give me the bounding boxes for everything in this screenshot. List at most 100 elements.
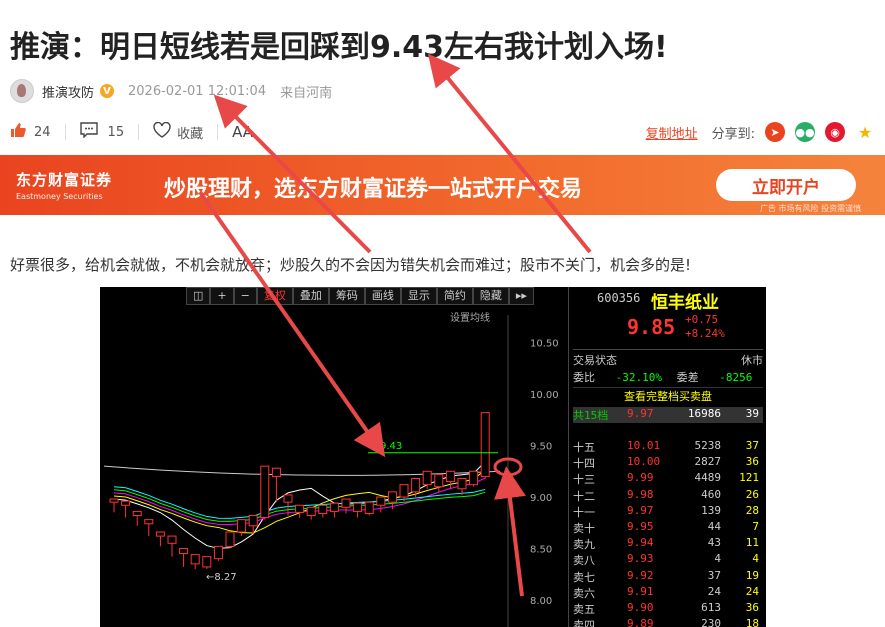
brand-logo: 东方财富证券 Eastmoney Securities: [16, 169, 112, 201]
ask-price: 9.94: [627, 536, 654, 550]
y-tick-label: 9.50: [530, 442, 552, 453]
candle-body: [469, 470, 479, 486]
candle-body: [353, 502, 363, 512]
total-label: 共15档: [573, 409, 609, 422]
ask-vol: 139: [701, 503, 721, 517]
ask-row: 卖八 9.93 4 4: [573, 552, 763, 568]
ask-cnt: 37: [745, 439, 759, 452]
candle-body: [248, 515, 258, 527]
status-label: 交易状态: [573, 354, 617, 367]
candle-body: [480, 412, 490, 477]
thumbs-up-icon: [10, 122, 26, 142]
ask-cnt: 26: [745, 487, 759, 501]
ask-cnt: 19: [745, 568, 759, 582]
ask-price: 10.00: [627, 455, 661, 469]
stock-change: +0.75 +8.24%: [685, 313, 725, 341]
ask-vol: 37: [707, 568, 721, 582]
y-tick-label: 10.50: [530, 339, 559, 350]
ask-level: 卖七: [573, 570, 595, 584]
ask-cnt: 18: [745, 617, 759, 627]
share-weibo-icon[interactable]: ◉: [825, 122, 845, 142]
candle-body: [225, 531, 235, 547]
candle-body: [155, 531, 165, 537]
ask-row: 卖七 9.92 37 19: [573, 569, 763, 585]
ask-vol: 4: [714, 552, 721, 566]
open-account-button[interactable]: 立即开户: [716, 169, 856, 201]
ask-row: 卖六 9.91 24 24: [573, 585, 763, 601]
candle-body: [283, 494, 293, 503]
stock-chart-image: ◫ + − 复权 叠加 筹码 画线 显示 简约 隐藏 ▸▸ 设置均线 10.50…: [100, 287, 766, 627]
candle-body: [202, 556, 212, 568]
copy-link-button[interactable]: 复制地址: [646, 123, 698, 142]
ask-row: 十四 10.00 2827 36: [573, 455, 763, 471]
candle-body: [167, 535, 177, 544]
ask-price: 9.97: [627, 503, 654, 517]
author-name[interactable]: 推演攻防: [42, 82, 94, 101]
candle-body: [387, 491, 397, 503]
diff-value: -8256: [719, 371, 753, 384]
total-price: 9.97: [627, 407, 654, 420]
total-row: 共15档 9.97 16986 39: [573, 407, 763, 423]
change-value: +0.75: [685, 313, 719, 326]
y-tick-label: 8.00: [530, 596, 552, 607]
ask-cnt: 24: [745, 584, 759, 598]
share-eastmoney-icon[interactable]: ➤: [765, 122, 785, 142]
divider: [138, 124, 140, 140]
ask-row: 卖四 9.89 230 18: [573, 617, 763, 627]
divider: [64, 124, 66, 140]
article-meta: 推演攻防 V 2026-02-01 12:01:04 来自河南: [10, 79, 333, 103]
full-book-button[interactable]: 查看完整档买卖盘: [573, 387, 763, 404]
ask-vol: 43: [707, 536, 721, 550]
candle-body: [260, 465, 270, 519]
candle-body: [144, 519, 154, 525]
ask-vol: 613: [701, 601, 721, 614]
ad-banner[interactable]: 东方财富证券 Eastmoney Securities 炒股理财，选东方财富证券…: [0, 155, 885, 215]
location: 来自河南: [280, 85, 333, 101]
candle-body: [121, 500, 131, 506]
ask-level: 卖六: [573, 586, 595, 600]
candle-body: [399, 484, 409, 498]
ask-vol: 5238: [694, 439, 722, 452]
y-tick-label: 9.00: [530, 493, 552, 504]
total-count: 39: [745, 407, 759, 420]
ask-cnt: 36: [745, 455, 759, 469]
order-ratio: 委比 -32.10% 委差 -8256: [573, 369, 763, 385]
ask-row: 十一 9.97 139 28: [573, 504, 763, 520]
ask-cnt: 28: [745, 503, 759, 517]
candle-body: [318, 504, 328, 514]
candle-body: [132, 510, 142, 517]
ask-cnt: 7: [752, 520, 759, 533]
ask-level: 卖八: [573, 554, 595, 568]
candle-body: [306, 506, 316, 517]
ask-cnt: 36: [745, 601, 759, 614]
candle-body: [329, 502, 339, 512]
candle-body: [271, 467, 281, 477]
brand-name-cn: 东方财富证券: [16, 171, 113, 189]
ask-vol: 230: [701, 617, 721, 627]
favorite-label: 收藏: [177, 126, 204, 142]
ad-disclaimer: 广告 市场有风险 投资需谨慎: [760, 204, 862, 213]
total-volume: 16986: [687, 407, 721, 420]
comment-button[interactable]: 15: [79, 122, 124, 142]
ask-price: 9.90: [627, 601, 654, 614]
action-bar: 24 15 收藏 AA 复制地址 分享到: ➤ ●● ◉ ★: [10, 120, 875, 144]
avatar[interactable]: [10, 79, 34, 103]
diff-label: 委差: [676, 371, 699, 384]
share-star-icon[interactable]: ★: [855, 122, 875, 142]
font-size-button[interactable]: AA: [232, 123, 253, 141]
publish-time: 2026-02-01 12:01:04: [128, 83, 267, 99]
ask-cnt: 4: [752, 552, 759, 566]
candle-body: [179, 547, 189, 555]
favorite-button[interactable]: 收藏: [153, 121, 204, 142]
share-wechat-icon[interactable]: ●●: [795, 122, 815, 142]
candle-body: [295, 504, 305, 513]
like-button[interactable]: 24: [10, 122, 51, 142]
candle-body: [457, 477, 467, 490]
candle-body: [109, 498, 119, 503]
candle-body: [434, 473, 444, 488]
ratio-label: 委比: [573, 371, 595, 384]
share-label: 分享到:: [711, 126, 755, 142]
candle-body: [237, 519, 247, 533]
ask-price: 9.99: [627, 471, 654, 485]
trade-status: 交易状态 休市: [573, 349, 763, 368]
